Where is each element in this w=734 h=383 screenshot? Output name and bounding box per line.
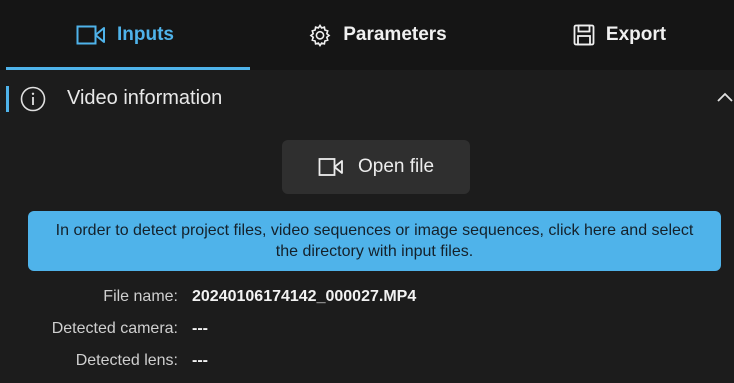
open-file-label: Open file (357, 156, 435, 177)
tab-label: Export (605, 24, 667, 45)
section-indicator (6, 86, 9, 112)
file-name-label: File name: (103, 288, 178, 305)
app-window: Inputs Parameters Export Video informati… (0, 0, 734, 383)
video-camera-icon (76, 24, 106, 46)
section-title: Video information (67, 87, 223, 109)
tab-export[interactable]: Export (505, 0, 734, 70)
gear-icon (308, 23, 332, 47)
banner-text: In order to detect project files, video … (55, 222, 694, 260)
video-camera-icon (318, 157, 344, 177)
save-icon (573, 24, 595, 46)
file-name-row: File name: 20240106174142_000027.MP4 (0, 288, 734, 314)
detected-camera-value: --- (192, 320, 208, 337)
detected-lens-label: Detected lens: (75, 352, 178, 369)
detected-lens-value: --- (192, 352, 208, 369)
tab-label: Inputs (117, 24, 174, 45)
tab-bar: Inputs Parameters Export (0, 0, 734, 70)
open-file-button[interactable]: Open file (282, 140, 470, 194)
detected-lens-row: Detected lens: --- (0, 352, 734, 378)
tab-label: Parameters (343, 24, 447, 45)
tab-parameters[interactable]: Parameters (250, 0, 505, 70)
chevron-up-icon[interactable] (716, 89, 734, 107)
detected-camera-label: Detected camera: (51, 320, 178, 337)
detect-directory-banner[interactable]: In order to detect project files, video … (28, 211, 721, 271)
detected-camera-row: Detected camera: --- (0, 320, 734, 346)
info-icon (20, 86, 46, 112)
tab-inputs[interactable]: Inputs (0, 0, 250, 70)
file-name-value: 20240106174142_000027.MP4 (192, 288, 417, 305)
video-information-header[interactable]: Video information (0, 70, 734, 128)
